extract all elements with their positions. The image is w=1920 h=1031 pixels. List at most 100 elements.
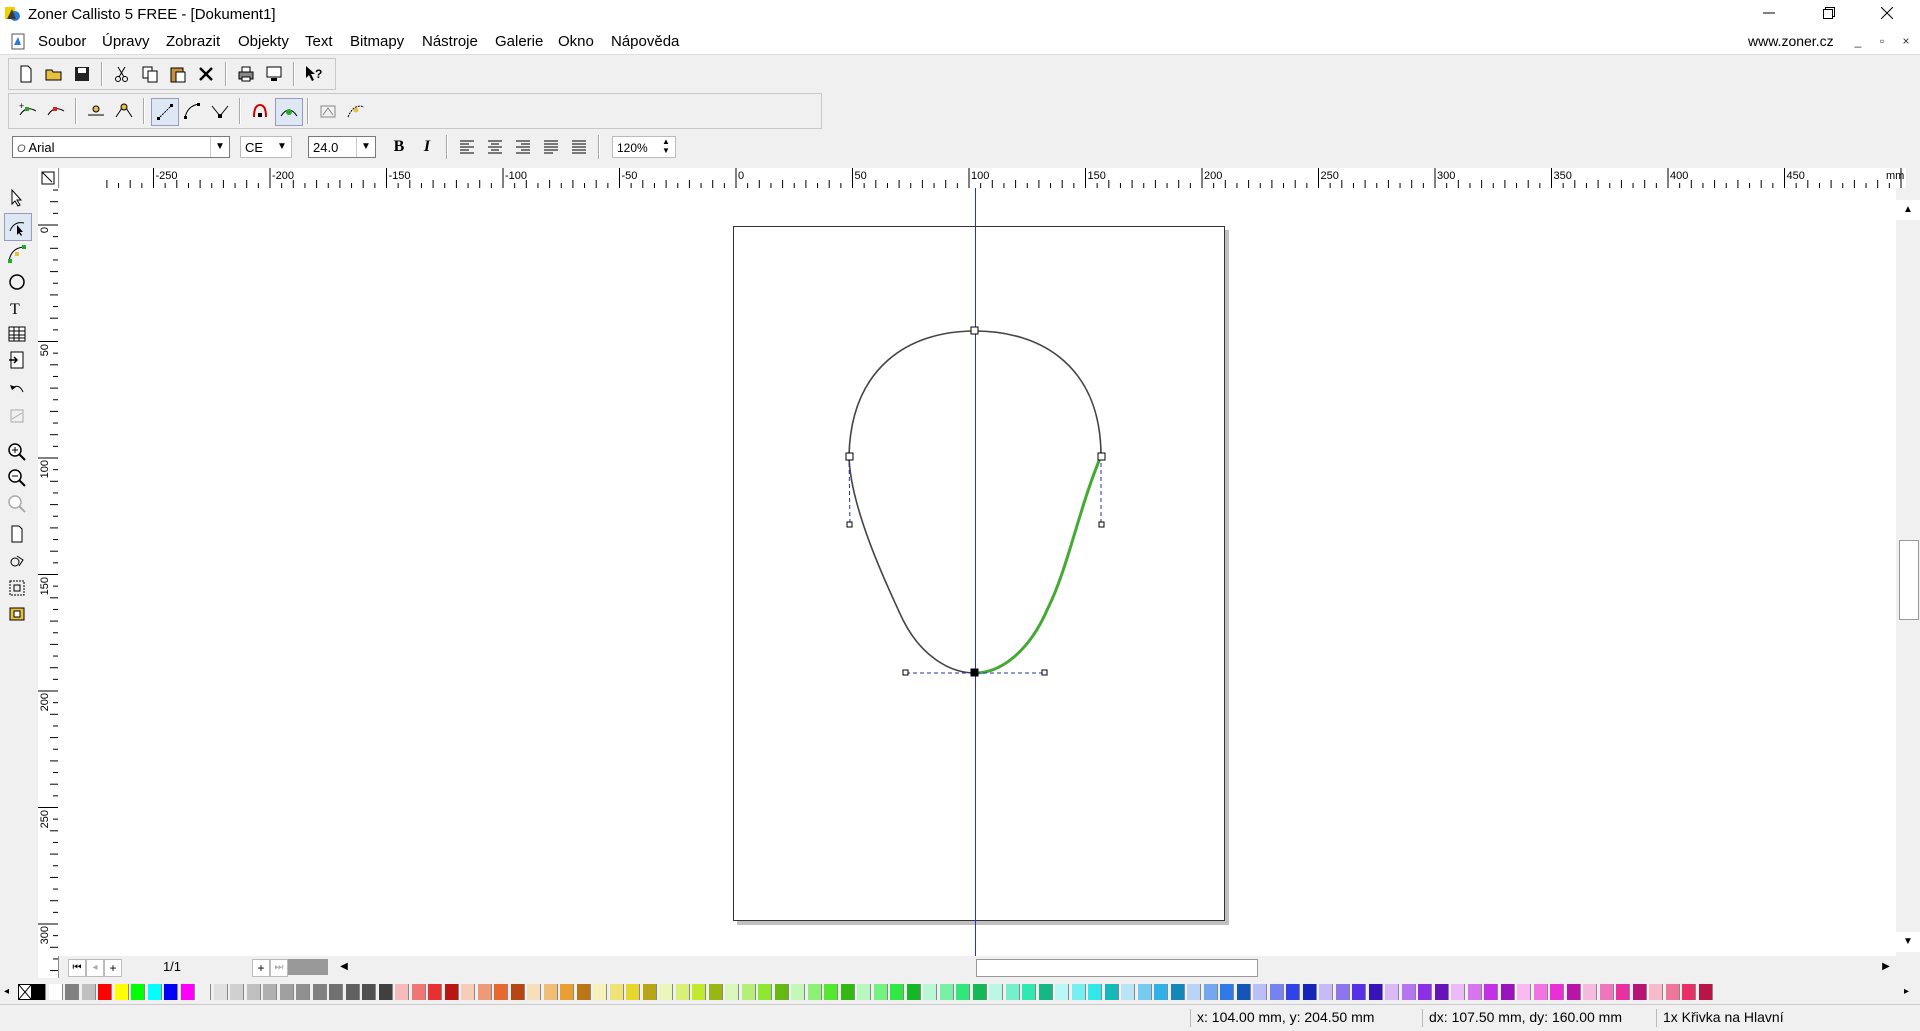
color-swatch[interactable] <box>890 984 904 1000</box>
menu-galerie[interactable]: Galerie <box>495 33 543 50</box>
line-spacing-spinner[interactable]: 120% ▲ ▼ <box>612 136 676 158</box>
smooth-node-button[interactable] <box>247 98 273 124</box>
color-swatch[interactable] <box>791 984 805 1000</box>
color-swatch[interactable] <box>312 984 327 1000</box>
save-button[interactable] <box>69 61 95 87</box>
color-swatch[interactable] <box>1071 984 1086 1000</box>
cut-button[interactable] <box>109 61 135 87</box>
vertical-scroll-thumb[interactable] <box>1899 540 1919 620</box>
page-scroll-thumb[interactable] <box>288 959 328 975</box>
zoom-objects-tool[interactable] <box>4 549 30 575</box>
horizontal-scroll-thumb[interactable] <box>976 959 1258 977</box>
color-swatch[interactable] <box>1385 984 1399 1000</box>
zoner-link[interactable]: www.zoner.cz <box>1748 33 1840 49</box>
color-swatch[interactable] <box>197 984 211 1000</box>
color-swatch[interactable] <box>1121 984 1135 1000</box>
color-swatch[interactable] <box>114 984 129 1000</box>
color-swatch[interactable] <box>1352 984 1366 1000</box>
color-swatch[interactable] <box>444 984 459 1000</box>
align-center-button[interactable] <box>482 134 508 160</box>
color-swatch[interactable] <box>1022 984 1036 1000</box>
color-swatch[interactable] <box>1500 984 1515 1000</box>
color-swatch[interactable] <box>692 984 706 1000</box>
color-swatch[interactable] <box>147 984 162 1000</box>
color-swatch[interactable] <box>1253 984 1267 1000</box>
drawing-canvas[interactable] <box>58 188 1896 956</box>
menu-okno[interactable]: Okno <box>558 33 594 50</box>
color-swatch[interactable] <box>48 984 63 1000</box>
color-swatch[interactable] <box>1517 984 1531 1000</box>
control-point-bottom-left[interactable] <box>902 669 909 676</box>
color-swatch[interactable] <box>1269 984 1284 1000</box>
color-swatch[interactable] <box>543 984 558 1000</box>
scroll-up-button[interactable]: ▲ <box>1896 200 1920 220</box>
color-swatch[interactable] <box>956 984 970 1000</box>
menu-text[interactable]: Text <box>305 33 333 50</box>
align-left-button[interactable] <box>454 134 480 160</box>
no-color-swatch[interactable] <box>18 984 32 1000</box>
palette-scroll-left-button[interactable]: ◂ <box>4 984 16 1000</box>
color-swatch[interactable] <box>180 984 195 1000</box>
color-swatch[interactable] <box>362 984 376 1000</box>
import-tool[interactable] <box>4 347 30 373</box>
color-swatch[interactable] <box>758 984 772 1000</box>
color-swatch[interactable] <box>32 984 46 1000</box>
menu-soubor[interactable]: Soubor <box>38 33 86 50</box>
color-swatch[interactable] <box>1368 984 1383 1000</box>
color-swatch[interactable] <box>626 984 640 1000</box>
color-swatch[interactable] <box>1104 984 1119 1000</box>
help-button[interactable]: ? <box>301 61 327 87</box>
scroll-down-button[interactable]: ▼ <box>1896 932 1920 952</box>
mdi-restore-button[interactable]: ▫ <box>1873 34 1891 48</box>
color-swatch[interactable] <box>246 984 261 1000</box>
color-swatch[interactable] <box>1302 984 1317 1000</box>
color-swatch[interactable] <box>1203 984 1218 1000</box>
menu-bitmapy[interactable]: Bitmapy <box>350 33 404 50</box>
ruler-corner[interactable] <box>38 168 59 189</box>
print-button[interactable] <box>233 61 259 87</box>
display-mode-tool[interactable] <box>4 601 30 627</box>
color-swatch[interactable] <box>1649 984 1663 1000</box>
color-swatch[interactable] <box>279 984 294 1000</box>
color-swatch[interactable] <box>972 984 987 1000</box>
color-swatch[interactable] <box>708 984 723 1000</box>
color-swatch[interactable] <box>1038 984 1053 1000</box>
color-swatch[interactable] <box>824 984 838 1000</box>
redo-tool[interactable] <box>4 403 30 429</box>
color-swatch[interactable] <box>1005 984 1020 1000</box>
add-page-after-button[interactable]: + <box>252 959 270 977</box>
color-swatch[interactable] <box>1170 984 1185 1000</box>
color-swatch[interactable] <box>1154 984 1168 1000</box>
add-page-before-button[interactable]: + <box>104 959 122 977</box>
horizontal-ruler[interactable]: -250 -200 -150 -100 -50 0 50 100 150 200 250 300 350… <box>60 168 1906 189</box>
color-swatch[interactable] <box>98 984 112 1000</box>
color-swatch[interactable] <box>81 984 96 1000</box>
color-swatch[interactable] <box>1137 984 1152 1000</box>
select-tool[interactable] <box>4 185 30 211</box>
table-tool[interactable] <box>4 321 30 347</box>
color-swatch[interactable] <box>461 984 475 1000</box>
color-swatch[interactable] <box>1616 984 1630 1000</box>
color-swatch[interactable] <box>428 984 442 1000</box>
menu-upravy[interactable]: Úpravy <box>102 33 150 50</box>
color-swatch[interactable] <box>675 984 690 1000</box>
color-swatch[interactable] <box>230 984 244 1000</box>
color-swatch[interactable] <box>1319 984 1333 1000</box>
color-swatch[interactable] <box>741 984 756 1000</box>
preview-button[interactable] <box>261 61 287 87</box>
color-swatch[interactable] <box>1682 984 1696 1000</box>
color-swatch[interactable] <box>1418 984 1432 1000</box>
color-swatch[interactable] <box>263 984 277 1000</box>
add-node-button[interactable]: + <box>15 98 41 124</box>
color-swatch[interactable] <box>1236 984 1251 1000</box>
color-swatch[interactable] <box>411 984 426 1000</box>
color-swatch[interactable] <box>807 984 822 1000</box>
auto-reduce-button[interactable] <box>315 98 341 124</box>
corner-node-button[interactable] <box>207 98 233 124</box>
color-swatch[interactable] <box>1599 984 1614 1000</box>
join-nodes-button[interactable] <box>83 98 109 124</box>
restore-button[interactable] <box>1800 0 1858 30</box>
color-swatch[interactable] <box>1088 984 1102 1000</box>
italic-button[interactable]: I <box>414 134 440 160</box>
palette-scroll-right-button[interactable]: ▸ <box>1904 984 1916 1000</box>
